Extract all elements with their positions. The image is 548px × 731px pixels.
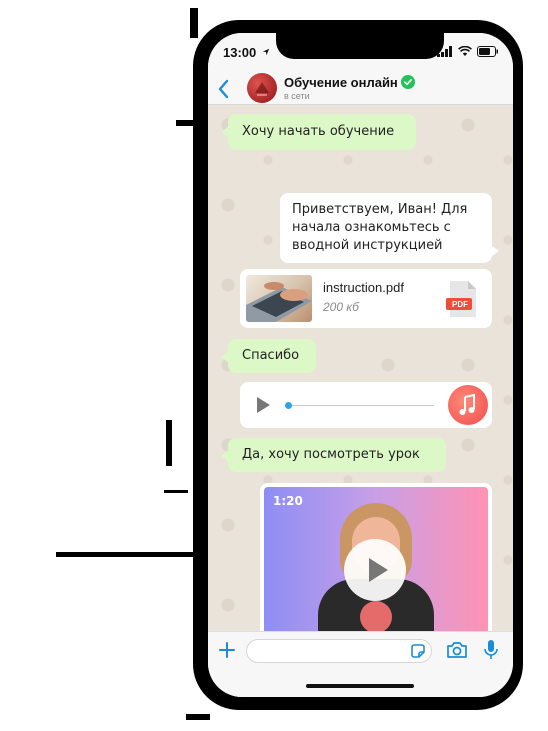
chat-area: Хочу начать обучение Приветствуем, Иван!… (208, 105, 513, 653)
play-icon (369, 558, 388, 582)
wifi-icon (458, 46, 472, 56)
pdf-file-icon (446, 281, 476, 317)
laptop-photo-icon (246, 282, 312, 322)
file-size: 200 кб (323, 300, 359, 314)
file-thumbnail (246, 275, 312, 322)
verified-badge-icon (401, 75, 415, 89)
video-duration: 1:20 (273, 494, 303, 508)
camera-icon[interactable] (446, 640, 468, 660)
pdf-badge-label: PDF (452, 300, 468, 309)
message-incoming[interactable]: Спасибо (221, 339, 316, 373)
plus-icon[interactable] (217, 640, 237, 660)
phone-screen: 13:00 Обучение онлайн в сети Хочу начать… (208, 33, 513, 697)
back-arrow-icon[interactable] (214, 76, 234, 102)
video-play-button[interactable] (344, 539, 406, 601)
video-preview[interactable]: 1:20 (264, 487, 488, 647)
video-message[interactable]: 1:20 (260, 483, 499, 653)
avatar-logo-icon (255, 82, 269, 96)
music-note-button[interactable] (448, 385, 488, 425)
contact-name[interactable]: Обучение онлайн (284, 75, 398, 90)
audio-progress-track[interactable] (292, 405, 434, 406)
shirt-print (360, 601, 392, 633)
microphone-icon[interactable] (483, 639, 499, 661)
file-name: instruction.pdf (323, 280, 404, 295)
phone-notch (276, 33, 444, 59)
audio-progress-handle[interactable] (285, 402, 292, 409)
audio-message[interactable] (240, 382, 492, 428)
shadow-bar-3 (166, 420, 172, 466)
message-outgoing[interactable]: Приветствуем, Иван! Для начала ознакомьт… (280, 193, 499, 263)
sticker-icon[interactable] (410, 643, 426, 659)
shadow-bar-1 (190, 8, 198, 38)
shadow-bar-6 (186, 714, 210, 720)
chat-header: Обучение онлайн в сети (208, 73, 513, 105)
message-incoming[interactable]: Хочу начать обучение (221, 114, 416, 150)
music-note-icon (459, 393, 475, 415)
message-input[interactable] (246, 639, 432, 663)
shadow-bar-5 (56, 552, 196, 557)
message-input-bar (208, 631, 513, 697)
contact-status: в сети (284, 91, 310, 101)
file-attachment[interactable]: instruction.pdf 200 кб PDF (240, 269, 492, 328)
message-incoming[interactable]: Да, хочу посмотреть урок (221, 438, 446, 472)
status-icons (437, 46, 499, 57)
play-icon[interactable] (254, 396, 272, 414)
status-time: 13:00 (223, 45, 257, 60)
battery-icon (477, 46, 498, 57)
contact-avatar[interactable] (247, 73, 277, 103)
shadow-bar-4 (164, 490, 188, 493)
location-arrow-icon (262, 48, 270, 56)
home-indicator[interactable] (306, 684, 414, 688)
